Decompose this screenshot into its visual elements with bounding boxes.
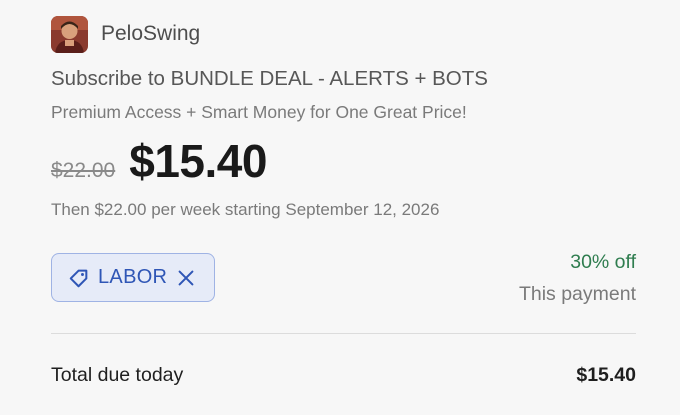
product-description: Premium Access + Smart Money for One Gre… xyxy=(51,102,467,122)
promo-code-badge[interactable]: LABOR xyxy=(51,253,215,302)
product-title: Subscribe to BUNDLE DEAL - ALERTS + BOTS xyxy=(51,67,488,90)
current-price: $15.40 xyxy=(129,135,267,187)
original-price: $22.00 xyxy=(51,159,116,182)
discount-amount: 30% off xyxy=(570,251,636,273)
renewal-text: Then $22.00 per week starting September … xyxy=(51,200,440,219)
total-value: $15.40 xyxy=(576,364,636,386)
merchant-header: PeloSwing xyxy=(51,15,200,53)
price-row: $22.00 $15.40 xyxy=(51,134,267,190)
divider xyxy=(51,333,636,334)
total-row: Total due today $15.40 xyxy=(51,364,636,387)
merchant-name: PeloSwing xyxy=(101,22,201,45)
discount-note: This payment xyxy=(518,283,636,305)
close-icon[interactable] xyxy=(175,267,197,289)
promo-code-label: LABOR xyxy=(98,266,168,288)
total-label: Total due today xyxy=(51,364,184,386)
discount-summary: 30% off This payment xyxy=(519,251,636,306)
tag-icon xyxy=(68,267,90,289)
checkout-summary: PeloSwing Subscribe to BUNDLE DEAL - ALE… xyxy=(0,0,680,415)
merchant-avatar xyxy=(51,15,88,53)
avatar-photo-icon xyxy=(51,15,88,53)
